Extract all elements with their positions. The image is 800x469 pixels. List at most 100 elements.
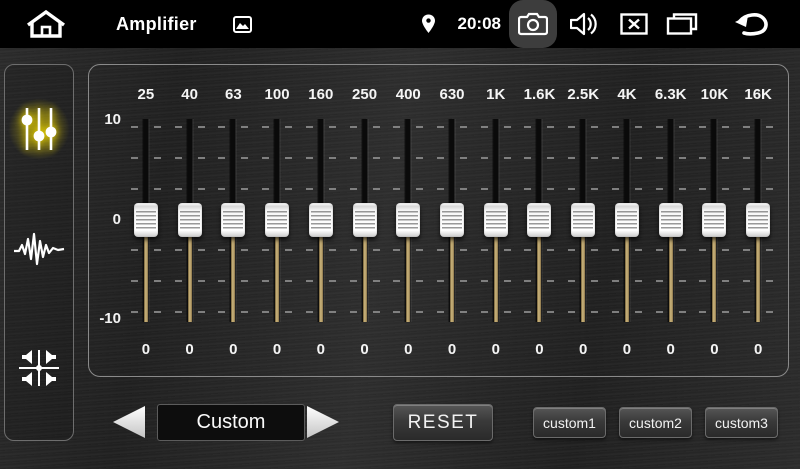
- band-value: 0: [168, 341, 212, 358]
- slider-tick: [481, 157, 511, 159]
- band-frequency-label: 250: [343, 86, 387, 103]
- slider-thumb[interactable]: [265, 203, 289, 237]
- preset-next-arrow[interactable]: [307, 406, 339, 438]
- band-frequency-label: 1K: [474, 86, 518, 103]
- slider-tick: [437, 188, 467, 190]
- band-frequency-label: 100: [255, 86, 299, 103]
- bottom-controls: Custom RESET custom1 custom2 custom3: [0, 396, 800, 456]
- preset-prev-arrow[interactable]: [113, 406, 145, 438]
- reset-button[interactable]: RESET: [393, 404, 493, 441]
- close-icon[interactable]: [620, 13, 648, 35]
- slider-tick: [699, 188, 729, 190]
- slider-thumb[interactable]: [527, 203, 551, 237]
- slider-thumb[interactable]: [571, 203, 595, 237]
- band-slider[interactable]: [605, 111, 649, 331]
- band-frequency-label: 400: [386, 86, 430, 103]
- slider-tick: [743, 157, 773, 159]
- slider-thumb[interactable]: [615, 203, 639, 237]
- band-value: 0: [605, 341, 649, 358]
- eq-band: 250 0: [343, 65, 387, 376]
- band-value: 0: [649, 341, 693, 358]
- band-frequency-label: 630: [430, 86, 474, 103]
- slider-thumb[interactable]: [178, 203, 202, 237]
- eq-band: 160 0: [299, 65, 343, 376]
- band-value: 0: [430, 341, 474, 358]
- band-slider[interactable]: [386, 111, 430, 331]
- band-slider[interactable]: [561, 111, 605, 331]
- band-slider[interactable]: [430, 111, 474, 331]
- db-scale-minus10: -10: [93, 310, 121, 327]
- slider-thumb[interactable]: [484, 203, 508, 237]
- slider-tick: [262, 188, 292, 190]
- band-frequency-label: 63: [211, 86, 255, 103]
- eq-bands: 25 0 40: [124, 65, 780, 376]
- slider-thumb[interactable]: [702, 203, 726, 237]
- band-slider[interactable]: [649, 111, 693, 331]
- slider-thumb[interactable]: [396, 203, 420, 237]
- slider-thumb[interactable]: [659, 203, 683, 237]
- slider-tick: [743, 126, 773, 128]
- slider-tick: [481, 126, 511, 128]
- custom2-button[interactable]: custom2: [619, 407, 692, 438]
- slider-tick: [656, 188, 686, 190]
- home-icon[interactable]: [26, 10, 66, 38]
- band-slider[interactable]: [124, 111, 168, 331]
- slider-thumb[interactable]: [309, 203, 333, 237]
- slider-tick: [350, 126, 380, 128]
- eq-band: 2.5K 0: [561, 65, 605, 376]
- slider-thumb[interactable]: [746, 203, 770, 237]
- preset-selector[interactable]: Custom: [157, 404, 305, 441]
- band-slider[interactable]: [299, 111, 343, 331]
- volume-icon[interactable]: [570, 12, 598, 36]
- camera-icon: [518, 12, 548, 36]
- band-slider[interactable]: [211, 111, 255, 331]
- eq-band: 25 0: [124, 65, 168, 376]
- slider-tick: [699, 126, 729, 128]
- band-slider[interactable]: [474, 111, 518, 331]
- slider-tick: [131, 188, 161, 190]
- band-slider[interactable]: [343, 111, 387, 331]
- slider-tick: [393, 126, 423, 128]
- band-slider[interactable]: [518, 111, 562, 331]
- band-slider[interactable]: [736, 111, 780, 331]
- slider-thumb[interactable]: [440, 203, 464, 237]
- band-value: 0: [299, 341, 343, 358]
- band-slider[interactable]: [255, 111, 299, 331]
- eq-band: 630 0: [430, 65, 474, 376]
- band-value: 0: [343, 341, 387, 358]
- gallery-icon[interactable]: [233, 16, 252, 33]
- recents-icon[interactable]: [666, 12, 698, 36]
- custom3-button[interactable]: custom3: [705, 407, 778, 438]
- band-value: 0: [693, 341, 737, 358]
- slider-tick: [393, 157, 423, 159]
- eq-band: 6.3K 0: [649, 65, 693, 376]
- band-value: 0: [474, 341, 518, 358]
- custom1-button[interactable]: custom1: [533, 407, 606, 438]
- band-slider[interactable]: [168, 111, 212, 331]
- slider-tick: [699, 157, 729, 159]
- slider-thumb[interactable]: [353, 203, 377, 237]
- band-frequency-label: 160: [299, 86, 343, 103]
- back-icon[interactable]: [734, 10, 770, 38]
- slider-tick: [612, 126, 642, 128]
- slider-tick: [131, 157, 161, 159]
- eq-band: 1K 0: [474, 65, 518, 376]
- speaker-balance-icon: [16, 345, 62, 391]
- equalizer-sliders-icon: [20, 105, 58, 153]
- slider-thumb[interactable]: [221, 203, 245, 237]
- band-value: 0: [124, 341, 168, 358]
- sidebar-item-speaker-balance[interactable]: [5, 345, 73, 391]
- slider-tick: [656, 157, 686, 159]
- sidebar-item-sound-effect[interactable]: [5, 231, 73, 267]
- slider-thumb[interactable]: [134, 203, 158, 237]
- slider-tick: [262, 126, 292, 128]
- band-frequency-label: 25: [124, 86, 168, 103]
- db-scale-zero: 0: [93, 211, 121, 228]
- slider-tick: [437, 157, 467, 159]
- waveform-icon: [13, 231, 65, 267]
- eq-band: 10K 0: [693, 65, 737, 376]
- camera-button-highlight[interactable]: [509, 0, 557, 48]
- band-slider[interactable]: [693, 111, 737, 331]
- band-frequency-label: 4K: [605, 86, 649, 103]
- sidebar-item-equalizer[interactable]: [5, 105, 73, 153]
